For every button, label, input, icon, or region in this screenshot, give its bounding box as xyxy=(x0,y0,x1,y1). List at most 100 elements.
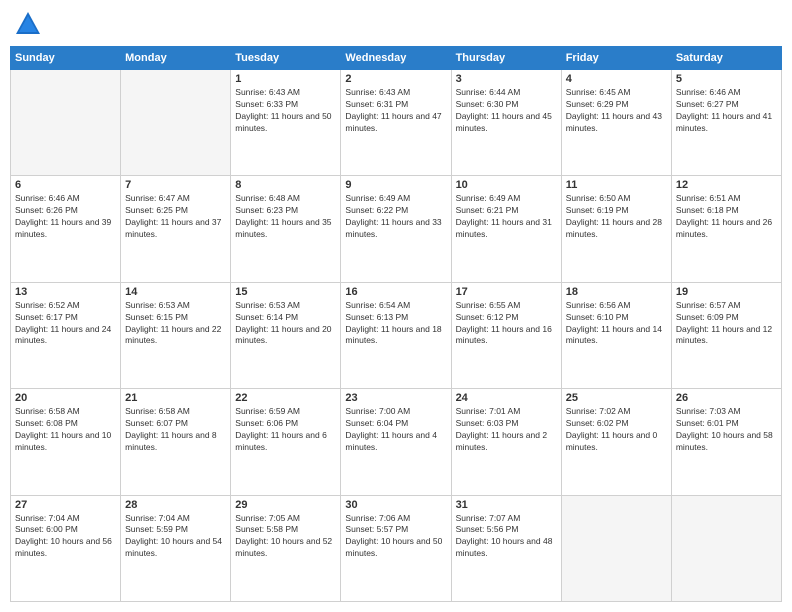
page: SundayMondayTuesdayWednesdayThursdayFrid… xyxy=(0,0,792,612)
day-number: 15 xyxy=(235,286,336,298)
calendar-week-2: 13Sunrise: 6:52 AM Sunset: 6:17 PM Dayli… xyxy=(11,282,782,388)
day-number: 22 xyxy=(235,392,336,404)
calendar-cell: 13Sunrise: 6:52 AM Sunset: 6:17 PM Dayli… xyxy=(11,282,121,388)
calendar-cell: 14Sunrise: 6:53 AM Sunset: 6:15 PM Dayli… xyxy=(121,282,231,388)
day-number: 27 xyxy=(15,499,116,511)
calendar-cell: 21 Sunrise: 6:58 AM Sunset: 6:07 PM Dayli… xyxy=(121,389,231,495)
day-number: 17 xyxy=(456,286,557,298)
calendar-cell: 30 Sunrise: 7:06 AM Sunset: 5:57 PM Dayli… xyxy=(341,495,451,601)
cell-info: Sunrise: 6:48 AM Sunset: 6:23 PM Dayligh… xyxy=(235,193,336,241)
calendar-cell: 4 Sunrise: 6:45 AM Sunset: 6:29 PM Daylig… xyxy=(561,70,671,176)
calendar-cell: 26 Sunrise: 7:03 AM Sunset: 6:01 PM Dayli… xyxy=(671,389,781,495)
calendar-cell: 2 Sunrise: 6:43 AM Sunset: 6:31 PM Daylig… xyxy=(341,70,451,176)
weekday-header-sunday: Sunday xyxy=(11,47,121,70)
header xyxy=(10,10,782,38)
day-number: 29 xyxy=(235,499,336,511)
day-number: 5 xyxy=(676,73,777,85)
cell-info: Sunrise: 6:56 AM Sunset: 6:10 PM Dayligh… xyxy=(566,300,667,348)
cell-info: Sunrise: 6:58 AM Sunset: 6:08 PM Dayligh… xyxy=(15,406,116,454)
day-number: 10 xyxy=(456,179,557,191)
calendar-cell: 11Sunrise: 6:50 AM Sunset: 6:19 PM Dayli… xyxy=(561,176,671,282)
cell-info: Sunrise: 7:07 AM Sunset: 5:56 PM Dayligh… xyxy=(456,513,557,561)
cell-info: Sunrise: 7:04 AM Sunset: 6:00 PM Dayligh… xyxy=(15,513,116,561)
calendar-cell xyxy=(561,495,671,601)
day-number: 30 xyxy=(345,499,446,511)
calendar-week-1: 6 Sunrise: 6:46 AM Sunset: 6:26 PM Daylig… xyxy=(11,176,782,282)
calendar-cell: 17 Sunrise: 6:55 AM Sunset: 6:12 PM Dayli… xyxy=(451,282,561,388)
cell-info: Sunrise: 6:53 AM Sunset: 6:14 PM Dayligh… xyxy=(235,300,336,348)
cell-info: Sunrise: 6:58 AM Sunset: 6:07 PM Dayligh… xyxy=(125,406,226,454)
calendar-cell: 18 Sunrise: 6:56 AM Sunset: 6:10 PM Dayli… xyxy=(561,282,671,388)
day-number: 4 xyxy=(566,73,667,85)
calendar-week-0: 1Sunrise: 6:43 AM Sunset: 6:33 PM Daylig… xyxy=(11,70,782,176)
cell-info: Sunrise: 6:46 AM Sunset: 6:27 PM Dayligh… xyxy=(676,87,777,135)
cell-info: Sunrise: 6:46 AM Sunset: 6:26 PM Dayligh… xyxy=(15,193,116,241)
calendar-week-3: 20 Sunrise: 6:58 AM Sunset: 6:08 PM Dayli… xyxy=(11,389,782,495)
calendar-cell xyxy=(121,70,231,176)
weekday-header-monday: Monday xyxy=(121,47,231,70)
day-number: 20 xyxy=(15,392,116,404)
day-number: 12 xyxy=(676,179,777,191)
calendar-cell: 23 Sunrise: 7:00 AM Sunset: 6:04 PM Dayli… xyxy=(341,389,451,495)
calendar-cell: 7 Sunrise: 6:47 AM Sunset: 6:25 PM Daylig… xyxy=(121,176,231,282)
cell-info: Sunrise: 6:55 AM Sunset: 6:12 PM Dayligh… xyxy=(456,300,557,348)
calendar-cell: 20 Sunrise: 6:58 AM Sunset: 6:08 PM Dayli… xyxy=(11,389,121,495)
calendar-cell: 15 Sunrise: 6:53 AM Sunset: 6:14 PM Dayli… xyxy=(231,282,341,388)
day-number: 26 xyxy=(676,392,777,404)
weekday-header-tuesday: Tuesday xyxy=(231,47,341,70)
day-number: 21 xyxy=(125,392,226,404)
weekday-header-row: SundayMondayTuesdayWednesdayThursdayFrid… xyxy=(11,47,782,70)
day-number: 24 xyxy=(456,392,557,404)
cell-info: Sunrise: 6:51 AM Sunset: 6:18 PM Dayligh… xyxy=(676,193,777,241)
calendar-week-4: 27 Sunrise: 7:04 AM Sunset: 6:00 PM Dayli… xyxy=(11,495,782,601)
weekday-header-friday: Friday xyxy=(561,47,671,70)
cell-info: Sunrise: 6:59 AM Sunset: 6:06 PM Dayligh… xyxy=(235,406,336,454)
calendar-cell: 19 Sunrise: 6:57 AM Sunset: 6:09 PM Dayli… xyxy=(671,282,781,388)
day-number: 19 xyxy=(676,286,777,298)
calendar-cell: 27 Sunrise: 7:04 AM Sunset: 6:00 PM Dayli… xyxy=(11,495,121,601)
cell-info: Sunrise: 7:03 AM Sunset: 6:01 PM Dayligh… xyxy=(676,406,777,454)
cell-info: Sunrise: 6:52 AM Sunset: 6:17 PM Dayligh… xyxy=(15,300,116,348)
calendar-cell: 9 Sunrise: 6:49 AM Sunset: 6:22 PM Daylig… xyxy=(341,176,451,282)
day-number: 2 xyxy=(345,73,446,85)
day-number: 25 xyxy=(566,392,667,404)
calendar-cell: 24Sunrise: 7:01 AM Sunset: 6:03 PM Dayli… xyxy=(451,389,561,495)
cell-info: Sunrise: 6:44 AM Sunset: 6:30 PM Dayligh… xyxy=(456,87,557,135)
cell-info: Sunrise: 7:06 AM Sunset: 5:57 PM Dayligh… xyxy=(345,513,446,561)
calendar-cell xyxy=(671,495,781,601)
cell-info: Sunrise: 7:05 AM Sunset: 5:58 PM Dayligh… xyxy=(235,513,336,561)
calendar-cell: 16 Sunrise: 6:54 AM Sunset: 6:13 PM Dayli… xyxy=(341,282,451,388)
cell-info: Sunrise: 6:53 AM Sunset: 6:15 PM Dayligh… xyxy=(125,300,226,348)
cell-info: Sunrise: 6:54 AM Sunset: 6:13 PM Dayligh… xyxy=(345,300,446,348)
weekday-header-wednesday: Wednesday xyxy=(341,47,451,70)
calendar-cell: 3Sunrise: 6:44 AM Sunset: 6:30 PM Daylig… xyxy=(451,70,561,176)
day-number: 16 xyxy=(345,286,446,298)
cell-info: Sunrise: 6:49 AM Sunset: 6:22 PM Dayligh… xyxy=(345,193,446,241)
cell-info: Sunrise: 6:43 AM Sunset: 6:33 PM Dayligh… xyxy=(235,87,336,135)
cell-info: Sunrise: 6:43 AM Sunset: 6:31 PM Dayligh… xyxy=(345,87,446,135)
calendar-cell: 28 Sunrise: 7:04 AM Sunset: 5:59 PM Dayli… xyxy=(121,495,231,601)
cell-info: Sunrise: 7:00 AM Sunset: 6:04 PM Dayligh… xyxy=(345,406,446,454)
calendar-cell: 8Sunrise: 6:48 AM Sunset: 6:23 PM Daylig… xyxy=(231,176,341,282)
calendar-cell: 29 Sunrise: 7:05 AM Sunset: 5:58 PM Dayli… xyxy=(231,495,341,601)
day-number: 31 xyxy=(456,499,557,511)
day-number: 6 xyxy=(15,179,116,191)
cell-info: Sunrise: 7:04 AM Sunset: 5:59 PM Dayligh… xyxy=(125,513,226,561)
calendar-cell xyxy=(11,70,121,176)
calendar-table: SundayMondayTuesdayWednesdayThursdayFrid… xyxy=(10,46,782,602)
day-number: 23 xyxy=(345,392,446,404)
day-number: 9 xyxy=(345,179,446,191)
cell-info: Sunrise: 6:45 AM Sunset: 6:29 PM Dayligh… xyxy=(566,87,667,135)
calendar-cell: 1Sunrise: 6:43 AM Sunset: 6:33 PM Daylig… xyxy=(231,70,341,176)
day-number: 28 xyxy=(125,499,226,511)
cell-info: Sunrise: 6:49 AM Sunset: 6:21 PM Dayligh… xyxy=(456,193,557,241)
cell-info: Sunrise: 6:47 AM Sunset: 6:25 PM Dayligh… xyxy=(125,193,226,241)
day-number: 7 xyxy=(125,179,226,191)
calendar-cell: 5 Sunrise: 6:46 AM Sunset: 6:27 PM Daylig… xyxy=(671,70,781,176)
calendar-cell: 22 Sunrise: 6:59 AM Sunset: 6:06 PM Dayli… xyxy=(231,389,341,495)
calendar-cell: 6 Sunrise: 6:46 AM Sunset: 6:26 PM Daylig… xyxy=(11,176,121,282)
calendar-cell: 12 Sunrise: 6:51 AM Sunset: 6:18 PM Dayli… xyxy=(671,176,781,282)
calendar-cell: 25Sunrise: 7:02 AM Sunset: 6:02 PM Dayli… xyxy=(561,389,671,495)
day-number: 18 xyxy=(566,286,667,298)
cell-info: Sunrise: 6:57 AM Sunset: 6:09 PM Dayligh… xyxy=(676,300,777,348)
